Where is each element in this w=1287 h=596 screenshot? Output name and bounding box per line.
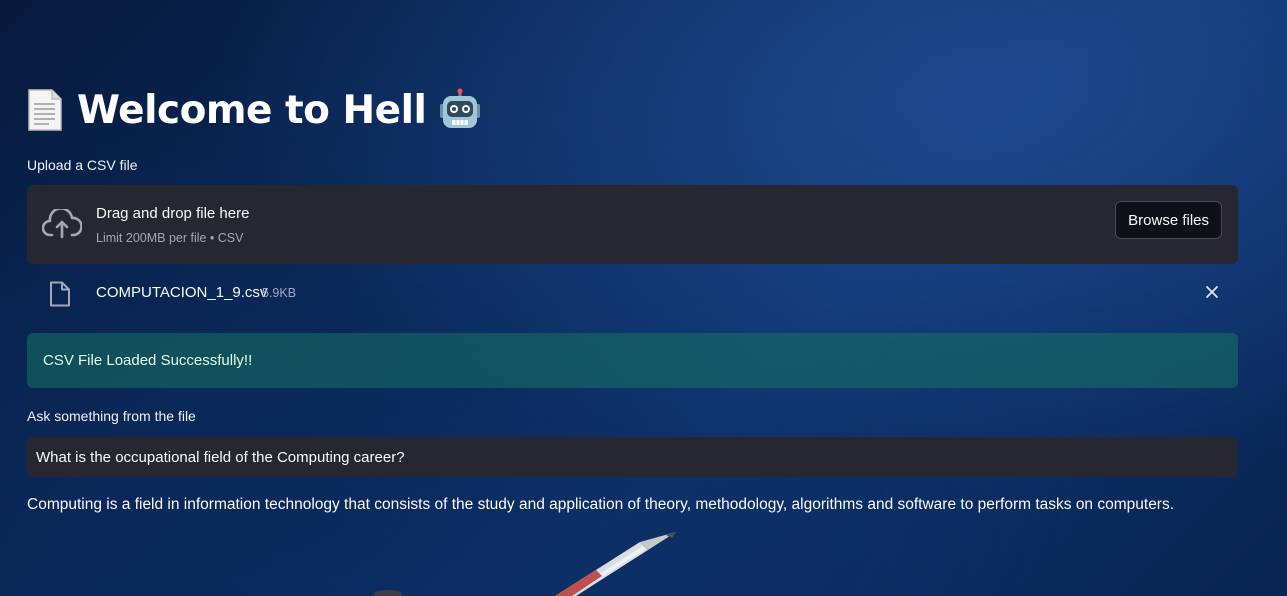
cloud-upload-icon [41, 207, 83, 239]
success-alert: CSV File Loaded Successfully!! [27, 333, 1238, 388]
file-icon [49, 281, 71, 307]
dropzone-limit: Limit 200MB per file • CSV [96, 231, 244, 245]
success-message: CSV File Loaded Successfully!! [43, 352, 253, 369]
dropzone-title: Drag and drop file here [96, 205, 250, 222]
query-input[interactable] [27, 437, 1238, 477]
robot-icon [438, 88, 482, 132]
page-title: Welcome to Hell [77, 87, 427, 133]
upload-label: Upload a CSV file [27, 157, 138, 173]
uploaded-file-row: COMPUTACION_1_9.csv 5.9KB [27, 275, 1238, 311]
browse-files-button[interactable]: Browse files [1115, 201, 1222, 239]
query-label: Ask something from the file [27, 408, 196, 424]
document-icon [27, 88, 63, 132]
file-dropzone[interactable]: Drag and drop file here Limit 200MB per … [27, 185, 1238, 264]
answer-text: Computing is a field in information tech… [27, 496, 1175, 513]
uploaded-file-size: 5.9KB [262, 286, 297, 300]
close-icon[interactable] [1204, 284, 1220, 300]
title-row: Welcome to Hell [27, 82, 482, 138]
pencil-image [350, 528, 690, 596]
uploaded-file-name: COMPUTACION_1_9.csv [96, 284, 268, 301]
